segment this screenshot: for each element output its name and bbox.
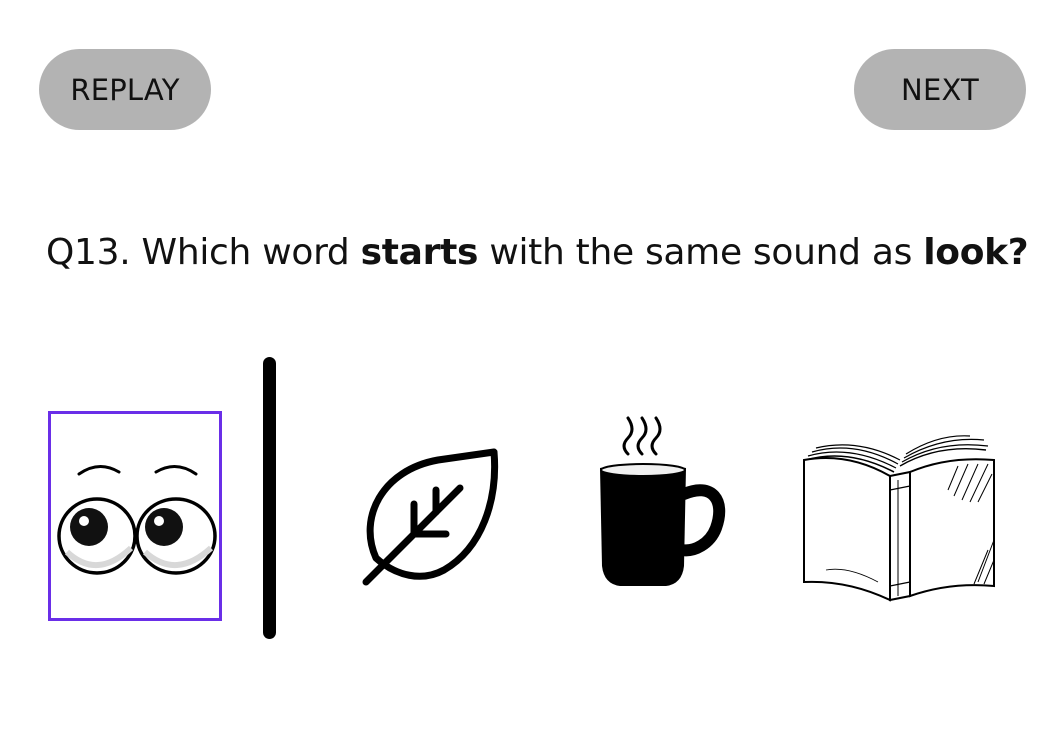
question-middle: with the same sound as — [478, 232, 924, 273]
book-icon — [803, 435, 995, 602]
choice-mug[interactable] — [590, 410, 730, 590]
question-emphasis-word: look? — [923, 232, 1029, 273]
question-text: Q13. Which word starts with the same sou… — [46, 232, 1046, 273]
target-word-card — [48, 411, 222, 621]
question-prefix: Q13. Which word — [46, 232, 361, 273]
quiz-screen: REPLAY NEXT Q13. Which word starts with … — [0, 0, 1052, 745]
mug-icon — [600, 416, 726, 586]
divider — [263, 357, 276, 639]
choice-book[interactable] — [798, 430, 1002, 606]
next-button[interactable]: NEXT — [854, 49, 1026, 130]
leaf-icon — [362, 448, 499, 586]
question-emphasis-starts: starts — [360, 232, 479, 273]
eyes-icon — [57, 465, 217, 575]
replay-button[interactable]: REPLAY — [39, 49, 211, 130]
choice-leaf[interactable] — [352, 440, 512, 600]
